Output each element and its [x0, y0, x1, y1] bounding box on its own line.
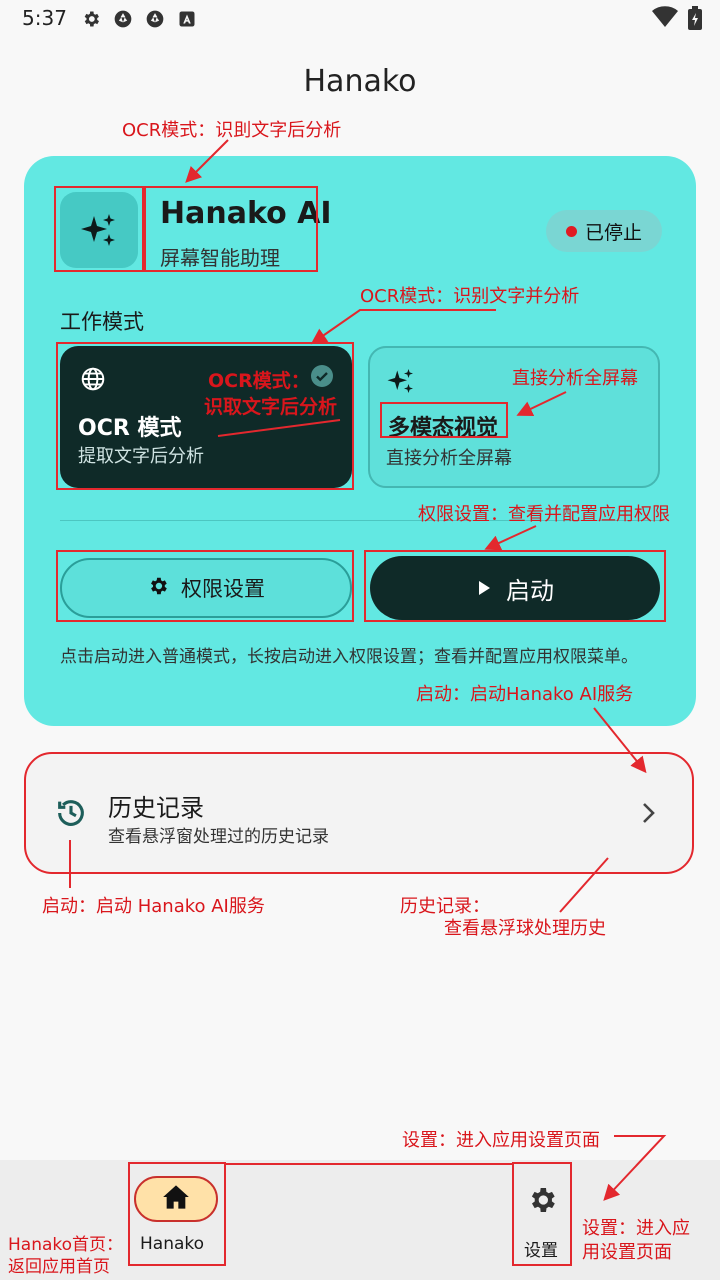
aperture-status-icon-2: [144, 8, 166, 30]
mode-desc-vision: 直接分析全屏幕: [386, 448, 512, 469]
annotation-ocr-3a: OCR模式：: [208, 370, 310, 392]
history-subtitle: 查看悬浮窗处理过的历史记录: [108, 827, 329, 847]
annotation-ocr-3b: 识取文字后分析: [204, 396, 338, 418]
annotation-box-permissions: [56, 550, 354, 622]
status-icons: [80, 8, 198, 30]
annotation-box-home: [128, 1162, 226, 1266]
aperture-status-icon: [112, 8, 134, 30]
history-title: 历史记录: [108, 794, 204, 822]
chevron-right-icon: [638, 800, 658, 830]
page-title: Hanako: [303, 64, 417, 99]
mode-heading: 工作模式: [60, 310, 144, 334]
gear-status-icon: [80, 8, 102, 30]
annotation-start: 启动：启动Hanako AI服务: [416, 684, 634, 705]
history-icon: [54, 796, 88, 834]
sparkle-small-icon: [386, 366, 416, 400]
status-text: 已停止: [584, 221, 642, 244]
annotation-ocr-2: OCR模式：识别文字并分析: [360, 286, 580, 307]
annotation-box-start: [364, 550, 666, 622]
annotation-box-vision: [380, 402, 508, 438]
hint-text: 点击启动进入普通模式，长按启动进入权限设置；查看并配置应用权限菜单。: [60, 647, 638, 667]
annotation-ocr-1: OCR模式：识刞文字后分析: [122, 120, 342, 141]
annotation-history-b: 查看悬浮球处理历史: [444, 918, 606, 939]
annotation-start-2: 启动：启动 Hanako AI服务: [42, 896, 265, 917]
annotation-home-b: 返回应用首页: [8, 1257, 110, 1277]
annotation-settings-2b: 用设置页面: [582, 1242, 672, 1263]
annotation-box-name: [144, 186, 318, 272]
annotation-settings-2a: 设置：进入应: [582, 1218, 690, 1239]
a-status-icon: [176, 8, 198, 30]
status-badge: 已停止: [546, 210, 662, 252]
annotation-box-settings: [512, 1162, 572, 1266]
status-time: 5:37: [22, 6, 67, 30]
battery-icon: [688, 6, 702, 34]
wifi-icon: [652, 6, 678, 32]
annotation-box-icon: [54, 186, 144, 272]
annotation-permissions: 权限设置：查看并配置应用权限: [418, 504, 670, 525]
annotation-vision: 直接分析全屏幕: [512, 368, 638, 389]
annotation-settings: 设置：进入应用设置页面: [402, 1130, 600, 1151]
status-dot-icon: [565, 225, 577, 237]
